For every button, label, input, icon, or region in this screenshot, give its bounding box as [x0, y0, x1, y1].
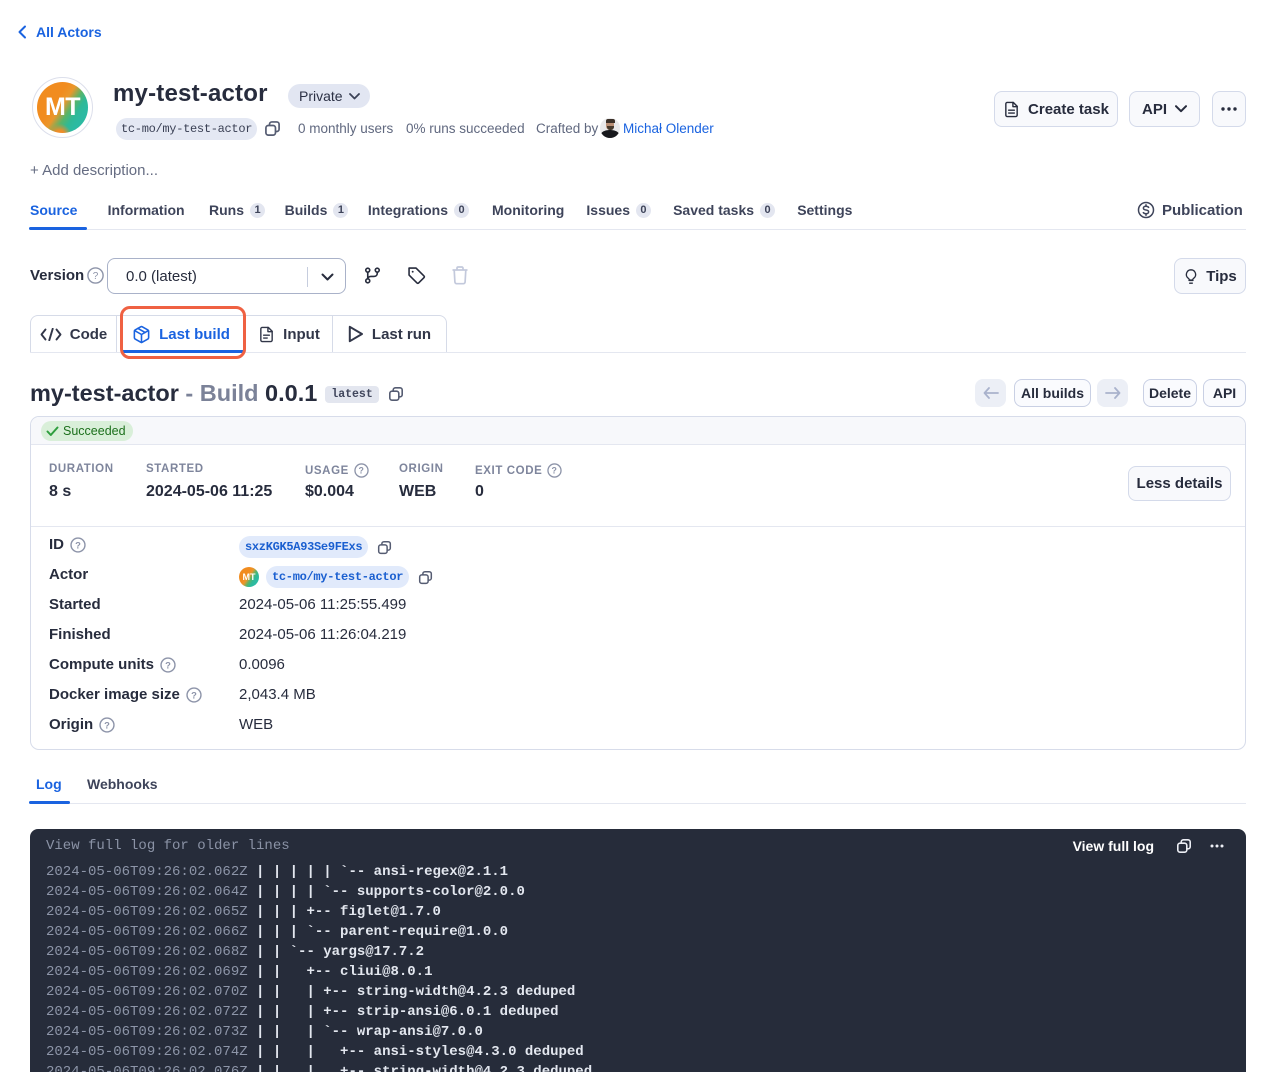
svg-text:?: ? [358, 466, 364, 476]
svg-text:?: ? [552, 466, 558, 476]
svg-text:?: ? [191, 689, 197, 700]
svg-text:?: ? [104, 719, 110, 730]
svg-text:?: ? [165, 659, 171, 670]
svg-text:?: ? [75, 539, 81, 550]
svg-text:?: ? [93, 271, 99, 282]
